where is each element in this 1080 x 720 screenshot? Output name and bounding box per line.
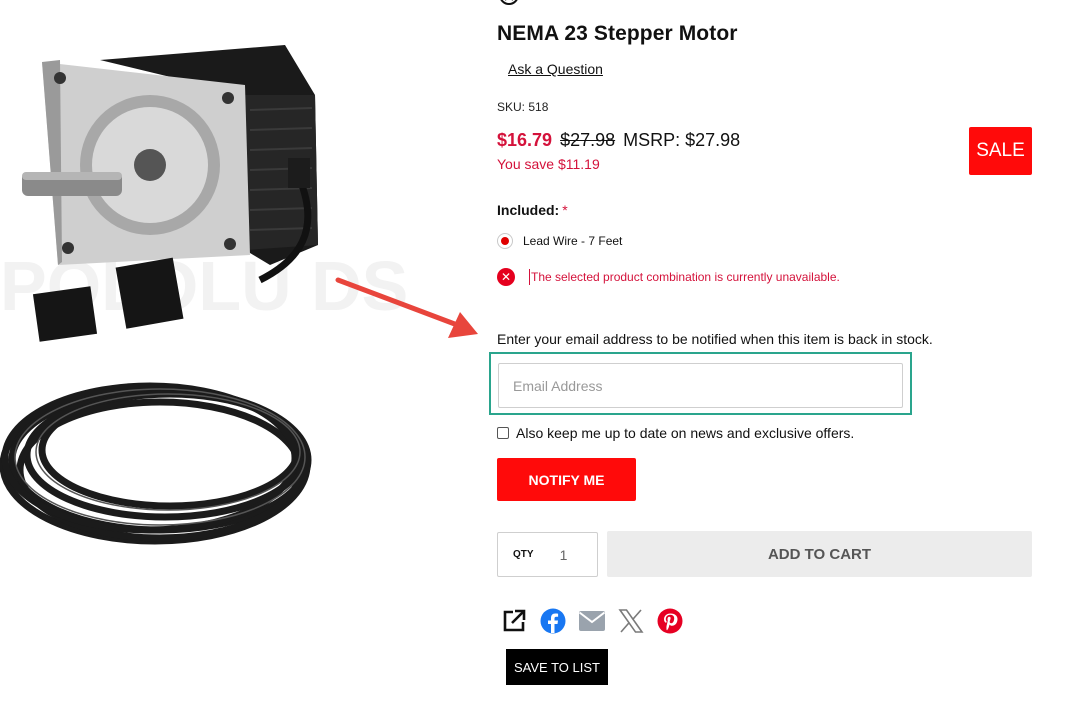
notify-prompt: Enter your email address to be notified … xyxy=(497,331,933,347)
share-icon[interactable] xyxy=(500,607,528,635)
sale-price: $16.79 xyxy=(497,130,553,150)
product-title: NEMA 23 Stepper Motor xyxy=(497,22,738,45)
save-to-list-button[interactable]: SAVE TO LIST xyxy=(506,649,608,685)
radio-selected-dot xyxy=(501,237,509,245)
product-sku: SKU: 518 xyxy=(497,100,549,114)
x-icon[interactable] xyxy=(617,607,645,635)
opt-in-row[interactable]: Also keep me up to date on news and excl… xyxy=(497,425,854,441)
email-address-input[interactable] xyxy=(498,363,903,408)
price-row: $16.79 $27.98 MSRP: $27.98 xyxy=(497,130,740,152)
error-icon: ✕ xyxy=(497,268,515,286)
sale-badge: SALE xyxy=(969,127,1032,175)
notify-me-button[interactable]: NOTIFY ME xyxy=(497,458,636,501)
facebook-icon[interactable] xyxy=(539,607,567,635)
text-cursor xyxy=(529,269,530,285)
annotation-arrow xyxy=(335,277,478,338)
add-to-cart-button[interactable]: ADD TO CART xyxy=(607,531,1032,577)
original-price: $27.98 xyxy=(560,130,616,150)
email-icon[interactable] xyxy=(578,607,606,635)
qty-value[interactable]: 1 xyxy=(560,547,568,563)
quantity-input[interactable]: QTY 1 xyxy=(497,532,598,577)
qty-label: QTY xyxy=(513,549,534,560)
option-lead-wire[interactable]: Lead Wire - 7 Feet xyxy=(497,233,622,249)
included-label-text: Included: xyxy=(497,202,560,218)
ask-question-link[interactable]: Ask a Question xyxy=(508,61,603,77)
msrp-price: MSRP: $27.98 xyxy=(623,130,741,150)
pinterest-icon[interactable] xyxy=(656,607,684,635)
error-message: ✕ The selected product combination is cu… xyxy=(497,268,840,286)
circle-x-icon xyxy=(500,0,518,5)
share-icons xyxy=(500,607,695,635)
opt-in-label: Also keep me up to date on news and excl… xyxy=(516,425,855,441)
included-label: Included: * xyxy=(497,202,568,218)
error-text: The selected product combination is curr… xyxy=(531,270,840,284)
option-radio[interactable] xyxy=(497,233,513,249)
you-save-text: You save $11.19 xyxy=(497,156,600,172)
option-label: Lead Wire - 7 Feet xyxy=(523,234,623,248)
opt-in-checkbox[interactable] xyxy=(497,427,509,439)
required-marker: * xyxy=(562,202,568,218)
